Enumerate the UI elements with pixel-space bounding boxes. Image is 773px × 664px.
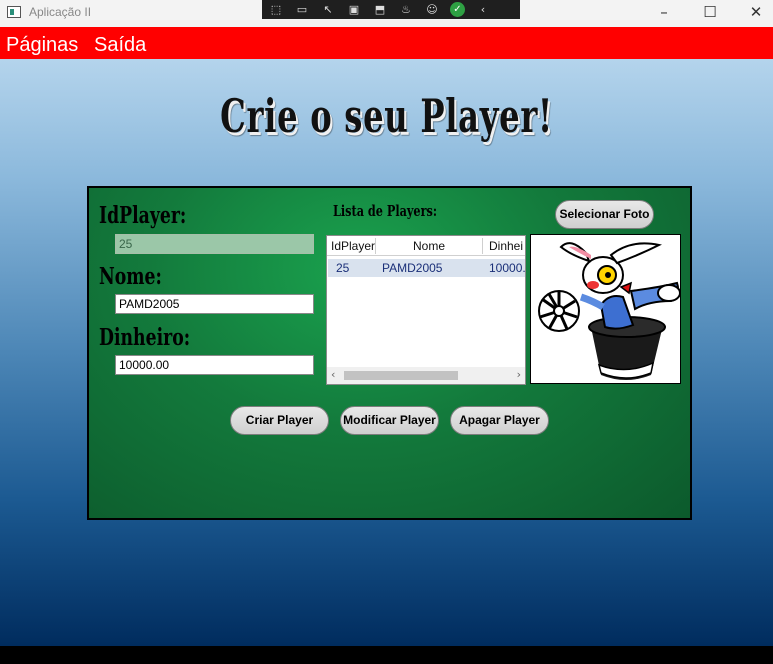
delete-player-button[interactable]: Apagar Player [450,406,549,435]
pointer-icon[interactable]: ↖ [318,3,338,17]
column-header-dinheiro[interactable]: Dinhei [489,239,525,253]
players-grid[interactable]: IdPlayer Nome Dinhei 25 PAMD2005 10000. … [326,235,526,385]
hot-reload-icon[interactable]: ♨ [396,3,416,17]
page-title: Crie o seu Player! [220,89,553,143]
create-player-button[interactable]: Criar Player [230,406,329,435]
scroll-left-icon[interactable]: ‹ [331,368,335,381]
adorner-icon[interactable]: ⬒ [370,3,390,17]
main-content: Crie o seu Player! IdPlayer: Nome: Dinhe… [0,59,773,646]
minimize-button[interactable]: – [641,0,687,27]
player-photo [530,234,681,384]
list-title: Lista de Players: [333,202,437,220]
name-field[interactable] [115,294,314,314]
table-row[interactable]: 25 PAMD2005 10000. [328,259,525,277]
grid-header: IdPlayer Nome Dinhei [327,236,525,256]
column-separator [482,238,483,254]
horizontal-scrollbar[interactable]: ‹ › [327,367,525,384]
camera-icon[interactable]: ▭ [292,3,312,17]
money-field[interactable] [115,355,314,375]
debug-toolbar: ⬚ ▭ ↖ ▣ ⬒ ♨ ☺ ✓ ‹ [262,0,520,19]
menu-item-saida[interactable]: Saída [94,34,146,57]
cell-id: 25 [336,261,350,275]
column-header-nome[interactable]: Nome [413,239,445,253]
collapse-chevron-icon[interactable]: ‹ [473,3,493,17]
accessibility-icon[interactable]: ☺ [422,3,442,17]
menu-item-paginas[interactable]: Páginas [6,34,78,57]
menu-bar: Páginas Saída [0,27,773,59]
bottom-strip [0,646,773,664]
close-button[interactable]: ✕ [733,0,773,27]
id-label: IdPlayer: [99,202,187,229]
player-form-panel: IdPlayer: Nome: Dinheiro: Lista de Playe… [87,186,692,520]
column-separator [375,238,376,254]
money-label: Dinheiro: [99,324,191,351]
window-title: Aplicação II [29,5,92,19]
column-header-idplayer[interactable]: IdPlayer [331,239,375,253]
app-icon [7,6,21,18]
select-element-icon[interactable]: ⬚ [266,3,286,17]
scroll-thumb[interactable] [344,371,458,380]
name-label: Nome: [99,263,162,290]
cell-dinheiro: 10000. [489,261,525,275]
rabbit-magician-image [538,242,680,380]
select-photo-button[interactable]: Selecionar Foto [555,200,654,229]
cell-nome: PAMD2005 [382,261,443,275]
maximize-button[interactable]: ☐ [687,0,733,27]
checkmark-icon[interactable]: ✓ [450,2,465,17]
scroll-right-icon[interactable]: › [517,368,521,381]
modify-player-button[interactable]: Modificar Player [340,406,439,435]
frame-icon[interactable]: ▣ [344,3,364,17]
id-field[interactable] [115,234,314,254]
